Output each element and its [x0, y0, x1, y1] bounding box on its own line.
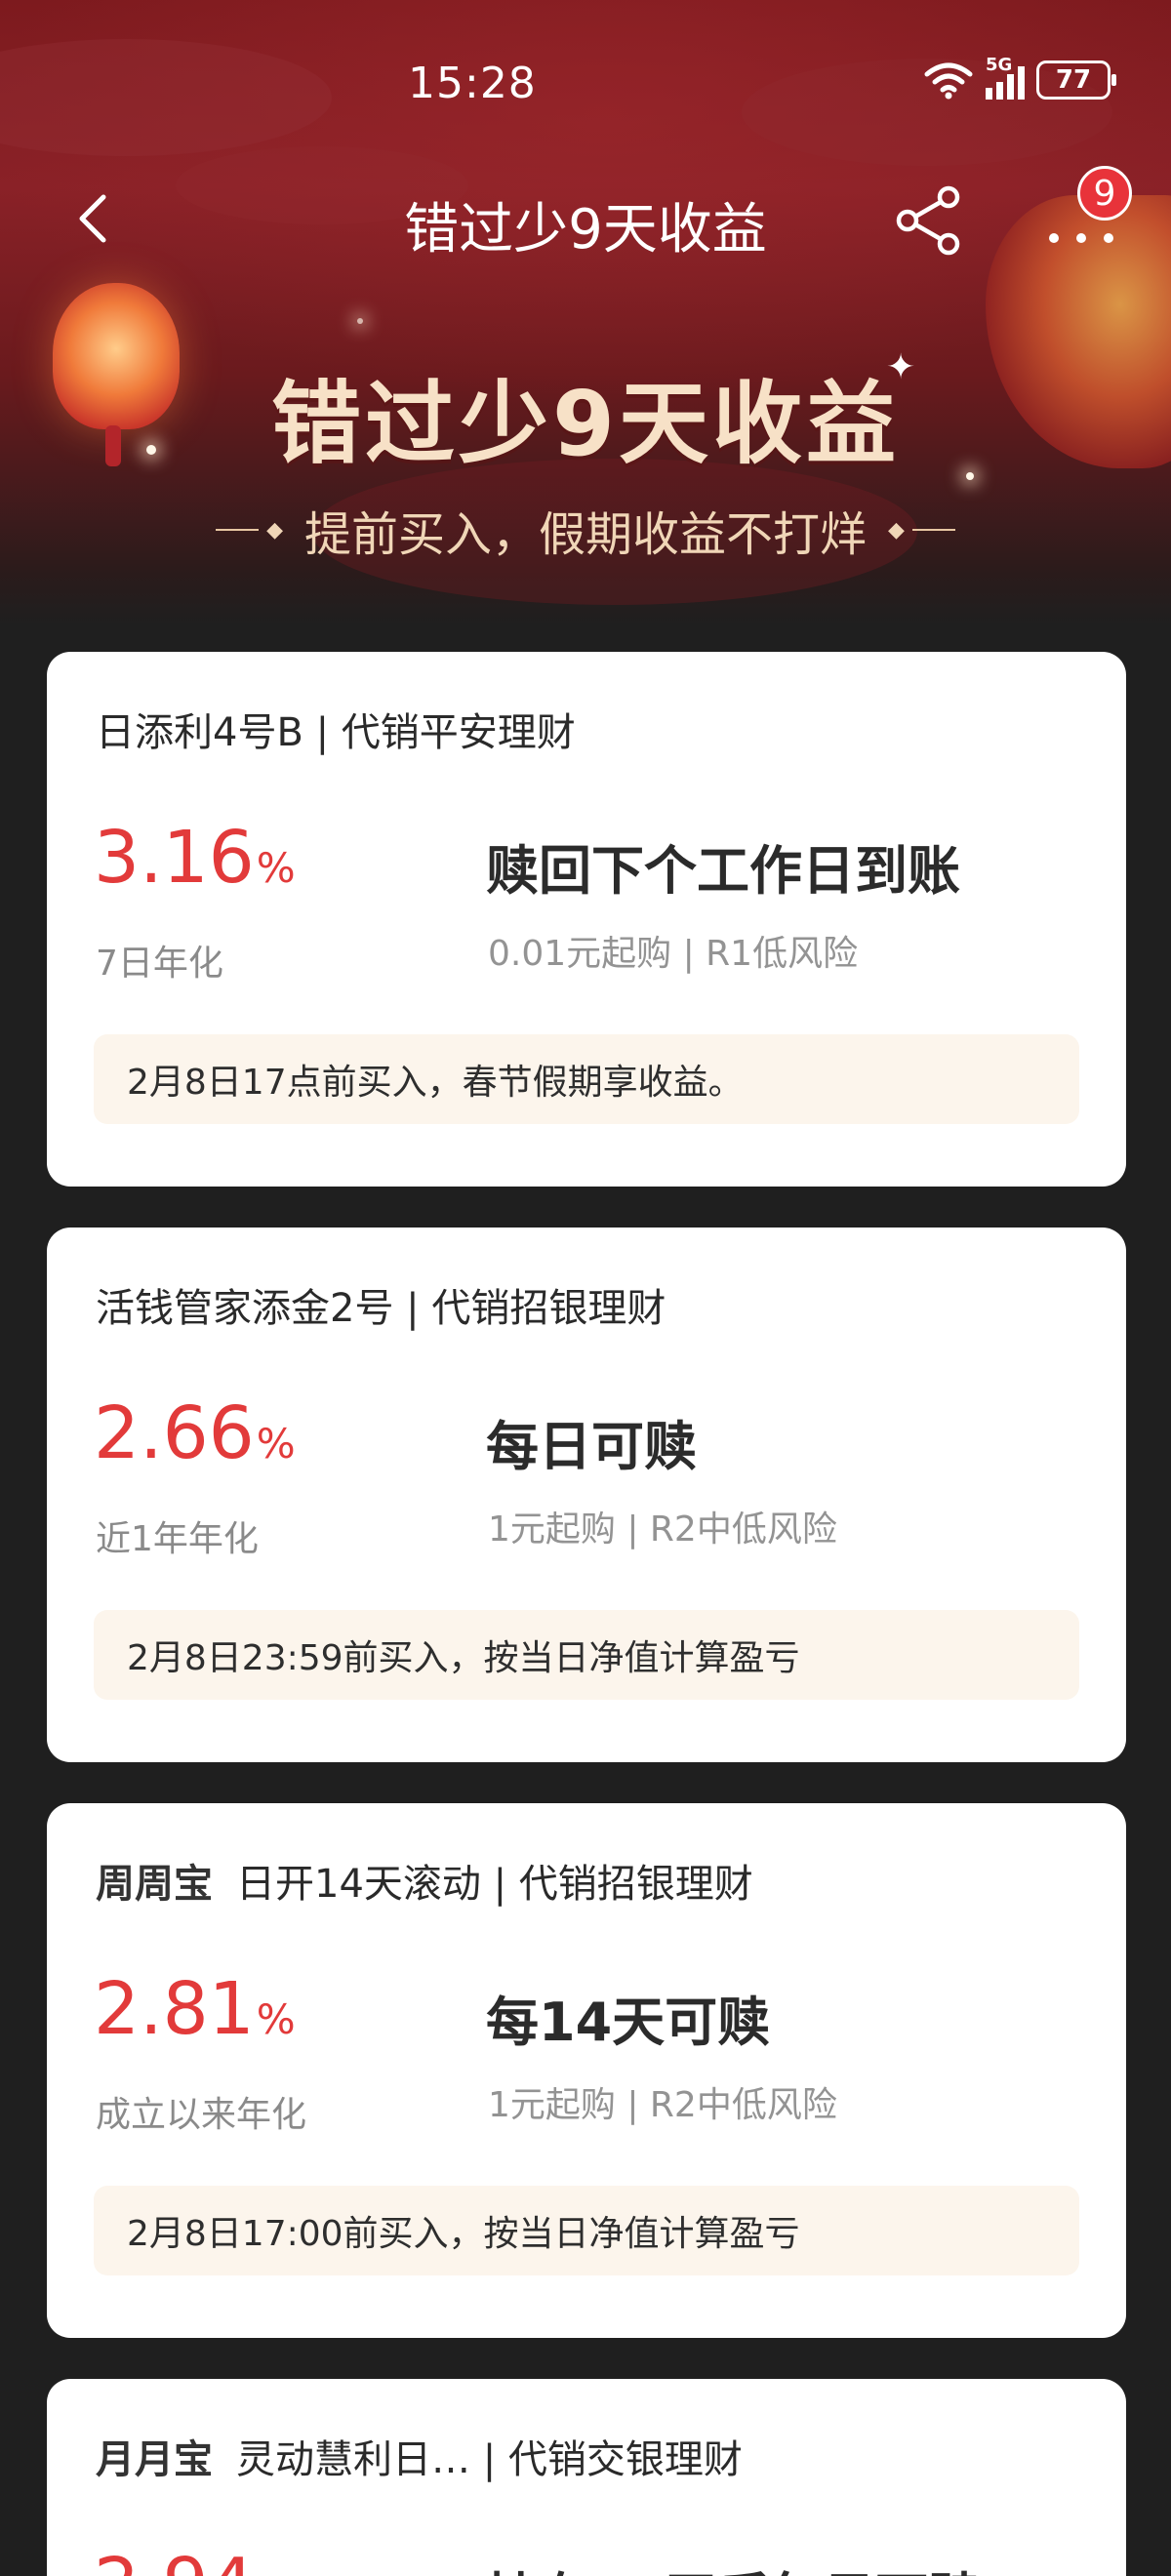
yield-rate: 2.81 % [94, 1967, 296, 2051]
rate-label: 近1年年化 [96, 1519, 259, 1559]
rate-unit: % [256, 1420, 296, 1468]
purchase-notice: 2月8日23:59前买入，按当日净值计算盈亏 [94, 1610, 1079, 1700]
redeem-rule: 赎回下个工作日到账 [486, 840, 960, 902]
battery-icon: 77 [1036, 60, 1116, 100]
banner-subtitle: 提前买入，假期收益不打烊 [303, 507, 867, 562]
redeem-rule: 持有30天后每日可赎 [486, 2555, 981, 2576]
product-name: 日添利4号B | 代销平安理财 [96, 710, 576, 755]
product-name-row: 日添利4号B | 代销平安理财 [96, 701, 576, 757]
notification-badge: 9 [1077, 166, 1132, 221]
product-name: 活钱管家添金2号 | 代销招银理财 [96, 1286, 666, 1331]
rate-label: 7日年化 [96, 944, 223, 984]
rate-unit: % [257, 2571, 296, 2576]
banner-title: 错过少9天收益 [270, 372, 900, 476]
rate-value: 3.16 [94, 816, 255, 900]
wifi-icon [924, 62, 973, 100]
product-meta: 1元起购 | R2中低风险 [488, 1509, 837, 1550]
product-name-row: 周周宝 日开14天滚动 | 代销招银理财 [96, 1852, 753, 1909]
banner-subtitle-row: ◆ 提前买入，假期收益不打烊 ◆ [0, 496, 1171, 564]
product-card[interactable]: 活钱管家添金2号 | 代销招银理财 2.66 % 近1年年化 每日可赎 1元起购… [47, 1228, 1126, 1762]
rate-value: 2.81 [94, 1967, 255, 2051]
yield-rate: 2.94 % [94, 2543, 296, 2576]
product-card[interactable]: 周周宝 日开14天滚动 | 代销招银理财 2.81 % 成立以来年化 每14天可… [47, 1803, 1126, 2338]
rate-value: 2.94 [94, 2543, 255, 2576]
hero-banner: 15:28 5G 77 错过少9天收益 9 错过少9天收益 ✦ ◆ 提前买入，假… [0, 0, 1171, 624]
rate-value: 2.66 [94, 1391, 255, 1475]
page-title: 错过少9天收益 [404, 198, 767, 262]
product-brand: 周周宝 [96, 1862, 213, 1907]
product-meta: 1元起购 | R2中低风险 [488, 2085, 837, 2125]
battery-level: 77 [1055, 65, 1092, 95]
share-icon[interactable] [890, 181, 968, 260]
status-icons: 5G 77 [923, 55, 1116, 100]
nav-bar: 错过少9天收益 9 [0, 166, 1171, 273]
product-name: 日开14天滚动 | 代销招银理财 [236, 1862, 753, 1907]
glow-dot [357, 318, 363, 324]
yield-rate: 2.66 % [94, 1391, 296, 1475]
product-card[interactable]: 日添利4号B | 代销平安理财 3.16 % 7日年化 赎回下个工作日到账 0.… [47, 652, 1126, 1187]
product-brand: 月月宝 [96, 2437, 213, 2482]
product-name-row: 月月宝 灵动慧利日… | 代销交银理财 [96, 2428, 743, 2484]
divider-right: ◆ [888, 518, 955, 543]
network-type: 5G [986, 55, 1013, 75]
redeem-rule: 每日可赎 [486, 1416, 697, 1477]
purchase-notice: 2月8日17:00前买入，按当日净值计算盈亏 [94, 2186, 1079, 2275]
status-bar: 15:28 5G 77 [0, 0, 1171, 146]
page: 15:28 5G 77 错过少9天收益 9 错过少9天收益 ✦ ◆ 提前买入，假… [0, 0, 1171, 2576]
divider-left: ◆ [216, 518, 283, 543]
product-name: 灵动慧利日… | 代销交银理财 [236, 2437, 743, 2482]
product-card[interactable]: 月月宝 灵动慧利日… | 代销交银理财 2.94 % 持有30天后每日可赎 [47, 2379, 1126, 2576]
product-meta: 0.01元起购 | R1低风险 [488, 934, 859, 974]
rate-label: 成立以来年化 [96, 2095, 307, 2135]
yield-rate: 3.16 % [94, 816, 296, 900]
status-time: 15:28 [408, 59, 537, 108]
rate-unit: % [256, 844, 296, 892]
rate-unit: % [256, 1995, 296, 2043]
redeem-rule: 每14天可赎 [486, 1992, 771, 2053]
product-name-row: 活钱管家添金2号 | 代销招银理财 [96, 1276, 666, 1333]
purchase-notice: 2月8日17点前买入，春节假期享收益。 [94, 1034, 1079, 1124]
signal-icon: 5G [986, 55, 1025, 100]
sparkle-icon: ✦ [886, 347, 916, 387]
